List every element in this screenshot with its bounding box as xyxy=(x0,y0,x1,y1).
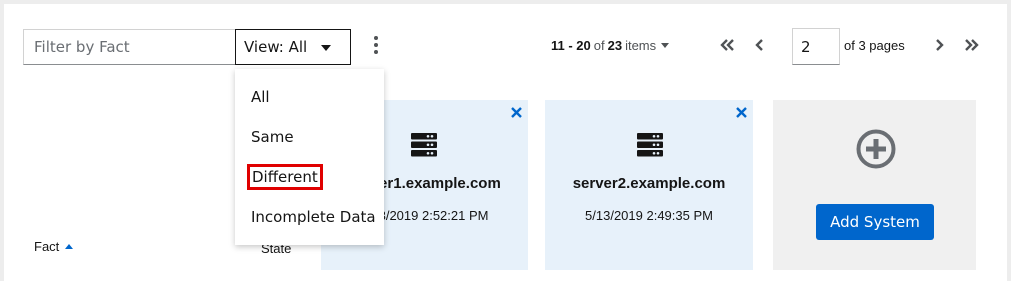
system-name: server2.example.com xyxy=(572,175,726,192)
menu-item-different[interactable]: Different xyxy=(235,157,384,197)
angle-double-right-icon xyxy=(965,39,979,51)
menu-item-same[interactable]: Same xyxy=(235,117,384,157)
system-timestamp: 5/13/2019 2:49:35 PM xyxy=(585,208,713,223)
pagination-items-label: items xyxy=(625,38,657,53)
caret-down-icon xyxy=(661,43,670,48)
previous-page-button[interactable] xyxy=(752,36,770,56)
filter-by-fact-input[interactable] xyxy=(23,29,236,65)
kebab-icon[interactable] xyxy=(370,36,382,58)
pagination-of: of xyxy=(593,38,605,53)
caret-down-icon xyxy=(321,45,331,51)
angle-double-left-icon xyxy=(720,39,734,51)
pagination-options-toggle[interactable]: 11 - 20 of 23 items xyxy=(551,38,670,53)
view-dropdown-menu: All Same Different Incomplete Data xyxy=(235,69,384,245)
close-icon[interactable] xyxy=(736,107,747,118)
menu-item-all[interactable]: All xyxy=(235,77,384,117)
next-page-button[interactable] xyxy=(930,36,948,56)
current-page-input[interactable] xyxy=(792,28,840,65)
of-pages-label: of 3 pages xyxy=(844,38,905,53)
add-system-card: Add System xyxy=(773,100,976,270)
first-page-button[interactable] xyxy=(719,36,737,56)
fact-column-header[interactable]: Fact xyxy=(34,239,74,254)
pagination-total: 23 xyxy=(607,38,623,53)
view-select[interactable]: View: All xyxy=(235,29,351,65)
angle-right-icon xyxy=(936,39,944,51)
server-icon xyxy=(637,133,663,157)
add-system-button[interactable]: Add System xyxy=(816,204,934,240)
plus-circle-icon[interactable] xyxy=(855,128,897,170)
view-select-label: View: All xyxy=(244,38,308,56)
system-card: server2.example.com 5/13/2019 2:49:35 PM xyxy=(545,100,753,270)
menu-item-incomplete-data[interactable]: Incomplete Data xyxy=(235,197,384,237)
angle-left-icon xyxy=(755,39,763,51)
fact-header-label: Fact xyxy=(34,239,60,254)
sort-ascending-icon xyxy=(65,244,74,249)
last-page-button[interactable] xyxy=(962,36,980,56)
close-icon[interactable] xyxy=(511,107,522,118)
server-icon xyxy=(411,133,437,157)
pagination-range: 11 - 20 xyxy=(551,38,591,53)
